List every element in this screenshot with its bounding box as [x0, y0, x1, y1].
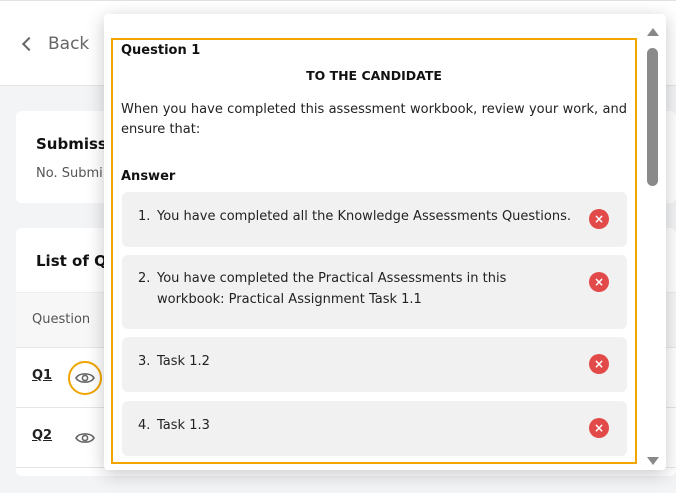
answer-number: 4. [138, 418, 151, 433]
eye-icon [75, 373, 95, 383]
answer-item: 4. Task 1.3 × [122, 401, 627, 456]
back-label: Back [48, 34, 90, 54]
answer-number: 1. [138, 209, 151, 224]
eye-icon [75, 433, 95, 443]
scrollbar-thumb[interactable] [647, 48, 658, 186]
question-column-header: Question [32, 312, 91, 327]
answer-text: Task 1.3 [157, 418, 210, 433]
scroll-down-arrow-icon[interactable] [647, 457, 659, 465]
question-instruction: When you have completed this assessment … [121, 102, 627, 137]
submission-title: Submissi [36, 135, 112, 153]
answer-item: 3. Task 1.2 × [122, 337, 627, 392]
question-heading: TO THE CANDIDATE [306, 68, 442, 83]
delete-answer-button[interactable]: × [589, 272, 609, 292]
question-modal: Question 1 TO THE CANDIDATE When you hav… [104, 14, 666, 470]
scroll-up-arrow-icon[interactable] [647, 28, 659, 36]
answer-label: Answer [121, 169, 176, 184]
question-content: Question 1 TO THE CANDIDATE When you hav… [111, 38, 637, 464]
question-title: Question 1 [121, 43, 201, 58]
delete-answer-button[interactable]: × [589, 418, 609, 438]
back-button[interactable]: Back [20, 34, 89, 54]
view-question-q1-button[interactable] [68, 361, 102, 395]
view-question-q2-button[interactable] [68, 421, 102, 455]
delete-answer-button[interactable]: × [589, 354, 609, 374]
delete-answer-button[interactable]: × [589, 209, 609, 229]
question-link-q2[interactable]: Q2 [32, 428, 52, 443]
answer-text: Task 1.2 [157, 354, 210, 369]
submission-subtitle: No. Submi [36, 166, 103, 181]
answer-number: 3. [138, 354, 151, 369]
answer-item: 2. You have completed the Practical Asse… [122, 255, 627, 329]
answer-number: 2. [138, 271, 151, 286]
answer-item: 1. You have completed all the Knowledge … [122, 192, 627, 247]
answer-text: You have completed all the Knowledge Ass… [157, 209, 571, 224]
answer-text: You have completed the Practical Assessm… [157, 271, 507, 307]
question-link-q1[interactable]: Q1 [32, 368, 52, 383]
chevron-left-icon [21, 36, 37, 52]
